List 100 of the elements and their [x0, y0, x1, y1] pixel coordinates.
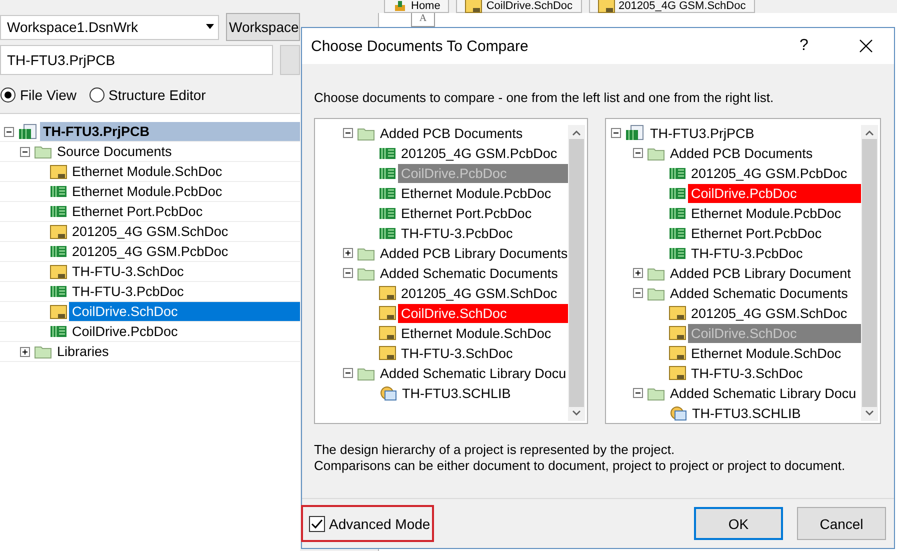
workspace-dropdown[interactable]: Workspace1.DsnWrk — [0, 14, 219, 40]
tree-item[interactable]: TH-FTU-3.PcbDoc — [398, 224, 568, 242]
tree-item[interactable]: Added PCB Library Documents — [377, 244, 568, 262]
circuit-board-icon — [669, 226, 686, 240]
tree-item[interactable]: 201205_4G GSM.SchDoc — [69, 222, 300, 241]
tree-item[interactable]: Ethernet Module.PcbDoc — [69, 182, 300, 201]
close-icon[interactable] — [859, 39, 873, 53]
tree-item[interactable]: Added PCB Library Document — [667, 264, 861, 282]
scroll-down-icon[interactable] — [865, 410, 874, 416]
tree-item[interactable]: Ethernet Port.PcbDoc — [398, 204, 568, 222]
document-icon — [50, 264, 67, 278]
workspace-button[interactable]: Workspace — [226, 13, 300, 41]
tree-item[interactable]: 201205_4G GSM.PcbDoc — [688, 164, 861, 182]
collapse-icon[interactable] — [343, 268, 353, 278]
expand-icon[interactable] — [343, 248, 353, 258]
circuit-board-icon — [379, 166, 396, 180]
collapse-icon[interactable] — [343, 368, 353, 378]
tree-item[interactable]: TH-FTU3.PrjPCB — [647, 124, 861, 142]
scroll-up-icon[interactable] — [865, 130, 874, 136]
collapse-icon[interactable] — [20, 146, 30, 156]
collapse-icon[interactable] — [343, 128, 353, 138]
circuit-board-icon — [379, 146, 396, 160]
dropdown-arrow-icon[interactable] — [205, 24, 215, 30]
scrollbar-thumb[interactable] — [862, 139, 877, 407]
dialog-button[interactable]: Cancel — [797, 507, 886, 540]
circuit-board-icon — [669, 166, 686, 180]
tree-item[interactable]: Ethernet Module.PcbDoc — [398, 184, 568, 202]
folder-icon — [647, 266, 665, 280]
tree-item[interactable]: TH-FTU-3.PcbDoc — [688, 244, 861, 262]
scrollbar-thumb[interactable] — [569, 139, 584, 407]
gear-document-icon — [379, 385, 397, 401]
document-icon — [379, 286, 396, 300]
tree-item[interactable]: CoilDrive.SchDoc — [69, 302, 300, 321]
view-radio[interactable]: Structure Editor — [88, 87, 206, 103]
tree-item[interactable]: Libraries — [54, 342, 300, 361]
tree-item[interactable]: Ethernet Module.PcbDoc — [688, 204, 861, 222]
circuit-board-icon — [669, 246, 686, 260]
circuit-board-icon — [669, 186, 686, 200]
circuit-board-icon — [379, 206, 396, 220]
document-icon — [50, 304, 67, 318]
radio-icon[interactable] — [88, 87, 105, 103]
collapse-icon[interactable] — [611, 128, 621, 138]
tree-item[interactable]: TH-FTU-3.SchDoc — [69, 262, 300, 281]
tree-item[interactable]: Added Schematic Library Docu — [667, 384, 861, 402]
collapse-icon[interactable] — [633, 288, 643, 298]
scrollbar[interactable] — [861, 125, 878, 421]
tree-item[interactable]: Ethernet Module.SchDoc — [398, 324, 568, 342]
tree-item[interactable]: Ethernet Port.PcbDoc — [688, 224, 861, 242]
tree-item[interactable]: CoilDrive.PcbDoc — [69, 322, 300, 341]
help-button[interactable]: ? — [784, 31, 824, 61]
instruction-text: Choose documents to compare - one from the left list and one from the right list. — [314, 90, 775, 106]
tree-item[interactable]: TH-FTU3.SCHLIB — [689, 404, 861, 422]
collapse-icon[interactable] — [633, 148, 643, 158]
tree-item[interactable]: TH-FTU3.SCHLIB — [399, 384, 568, 402]
tree-item[interactable]: 201205_4G GSM.PcbDoc — [398, 144, 568, 162]
tree-item[interactable]: TH-FTU-3.SchDoc — [688, 364, 861, 382]
tree-item[interactable]: TH-FTU3.PrjPCB — [40, 122, 300, 141]
expand-icon[interactable] — [633, 268, 643, 278]
scroll-up-icon[interactable] — [572, 130, 581, 136]
tree-item[interactable]: Ethernet Port.PcbDoc — [69, 202, 300, 221]
document-icon — [669, 306, 686, 320]
document-tab[interactable]: Home — [384, 0, 450, 13]
circuit-board-icon — [50, 285, 67, 298]
tree-item[interactable]: Added Schematic Documents — [667, 284, 861, 302]
tree-item[interactable]: Added Schematic Documents — [377, 264, 568, 282]
project-icon — [18, 124, 38, 140]
tree-item[interactable]: TH-FTU-3.PcbDoc — [69, 282, 300, 301]
scroll-down-icon[interactable] — [572, 410, 581, 416]
folder-icon — [357, 266, 375, 280]
collapse-icon[interactable] — [4, 126, 14, 136]
tree-item[interactable]: Added PCB Documents — [377, 124, 568, 142]
collapse-icon[interactable] — [633, 388, 643, 398]
document-icon — [379, 326, 396, 340]
document-tab[interactable]: CoilDrive.SchDoc — [456, 0, 582, 13]
tree-item[interactable]: 201205_4G GSM.PcbDoc — [69, 242, 300, 261]
tree-item[interactable]: 201205_4G GSM.SchDoc — [688, 304, 861, 322]
scrollbar[interactable] — [568, 125, 585, 421]
tree-item[interactable]: Ethernet Module.SchDoc — [69, 162, 300, 181]
checkbox-icon[interactable] — [309, 516, 325, 532]
advanced-mode-checkbox[interactable]: Advanced Mode — [309, 516, 430, 532]
tree-item[interactable]: Source Documents — [54, 142, 300, 161]
dialog-button[interactable]: OK — [694, 507, 783, 540]
document-icon — [669, 346, 686, 360]
radio-icon[interactable] — [0, 87, 16, 103]
tree-item[interactable]: Added PCB Documents — [667, 144, 861, 162]
tree-item[interactable]: Added Schematic Library Docu — [377, 364, 568, 382]
folder-icon — [647, 286, 665, 300]
expand-icon[interactable] — [20, 346, 30, 356]
circuit-board-icon — [379, 186, 396, 200]
view-radio[interactable]: File View — [0, 87, 77, 103]
tree-item[interactable]: CoilDrive.SchDoc — [398, 304, 568, 322]
tree-item[interactable]: CoilDrive.PcbDoc — [688, 184, 861, 202]
tree-item[interactable]: TH-FTU-3.SchDoc — [398, 344, 568, 362]
document-tab[interactable]: 201205_4G GSM.SchDoc — [588, 0, 755, 13]
circuit-board-icon — [50, 325, 67, 338]
tree-item[interactable]: 201205_4G GSM.SchDoc — [398, 284, 568, 302]
tree-item[interactable]: Ethernet Module.SchDoc — [688, 344, 861, 362]
document-icon — [50, 164, 67, 178]
document-icon — [379, 306, 396, 320]
project-field[interactable]: TH-FTU3.PrjPCB — [0, 45, 274, 75]
